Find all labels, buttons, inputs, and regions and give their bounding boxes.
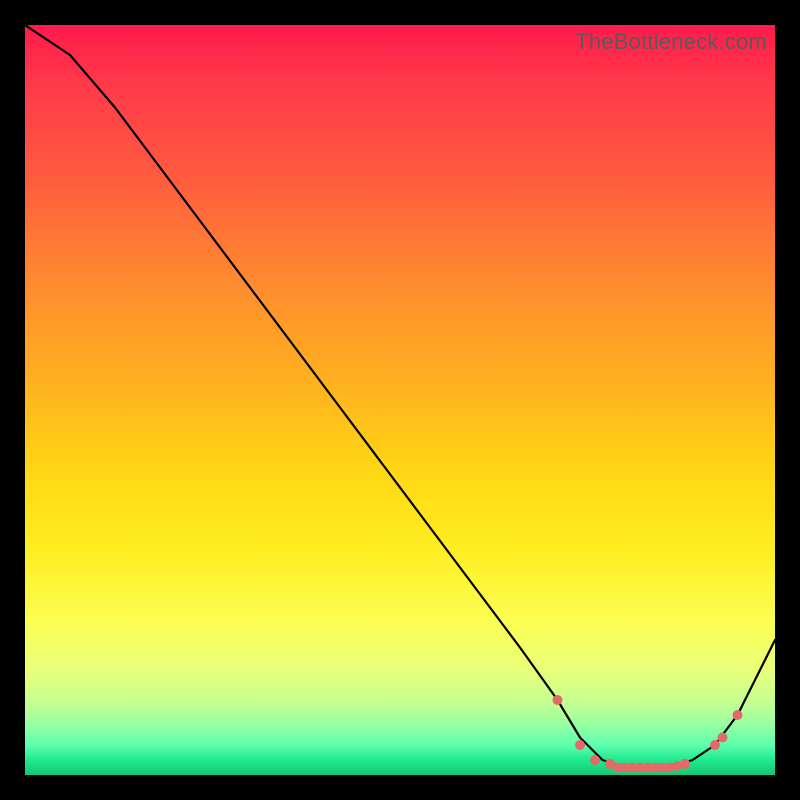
- marker-group: [553, 695, 743, 773]
- marker-dot: [710, 740, 720, 750]
- marker-dot: [733, 710, 743, 720]
- marker-dot: [590, 755, 600, 765]
- curve-path: [25, 25, 775, 768]
- marker-dot: [680, 759, 690, 769]
- bottleneck-curve-chart: [25, 25, 775, 775]
- marker-dot: [553, 695, 563, 705]
- chart-frame: TheBottleneck.com: [25, 25, 775, 775]
- marker-dot: [575, 740, 585, 750]
- marker-dot: [718, 733, 728, 743]
